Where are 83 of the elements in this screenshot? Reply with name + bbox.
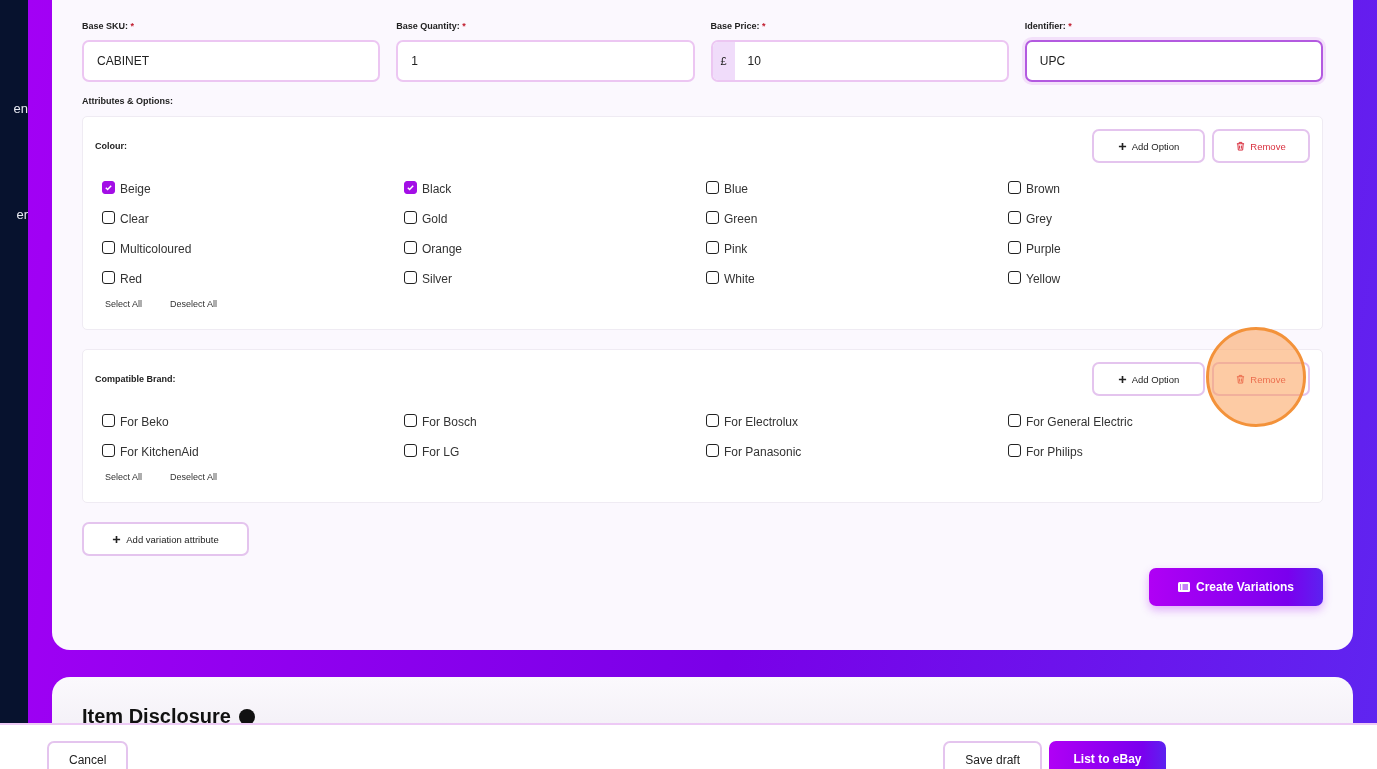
option-label: Yellow [1026, 272, 1061, 286]
option-label: For Beko [120, 415, 169, 429]
checkbox[interactable] [1008, 180, 1021, 194]
attribute-name: Compatible Brand: [95, 374, 176, 384]
checkbox[interactable] [706, 180, 719, 194]
input-field[interactable]: UPC [1024, 40, 1323, 82]
create-variations-button[interactable]: Create Variations [1149, 568, 1323, 606]
option-label: Pink [724, 242, 748, 256]
field-label: Base SKU: * [82, 20, 136, 33]
add-attribute-button[interactable]: Add variation attribute [82, 522, 249, 556]
currency-prefix: £ [712, 42, 735, 80]
option-label: Purple [1026, 242, 1061, 256]
option-label: Beige [120, 182, 151, 196]
check-icon [104, 182, 113, 192]
plus-icon [1117, 374, 1127, 384]
input-field[interactable]: 1 [396, 40, 695, 82]
checkbox[interactable] [102, 270, 115, 284]
option-label: Clear [120, 212, 149, 226]
option-label: For LG [422, 445, 460, 459]
checkbox[interactable] [1008, 210, 1021, 224]
checkbox[interactable] [1008, 443, 1021, 457]
option-label: For Electrolux [724, 415, 799, 429]
trash-icon [1236, 374, 1246, 384]
field-label: Identifier: * [1024, 20, 1073, 33]
option-label: Green [724, 212, 758, 226]
add-option-button[interactable]: Add Option [1092, 129, 1205, 163]
option-label: Brown [1026, 182, 1060, 196]
remove-button[interactable]: Remove [1212, 129, 1310, 163]
option-label: Red [120, 272, 142, 286]
checkbox[interactable] [404, 240, 417, 254]
checkbox[interactable] [404, 270, 417, 284]
section-label: Attributes & Options: [82, 96, 174, 106]
trash-icon [1236, 141, 1246, 151]
option-label: For General Electric [1026, 415, 1133, 429]
save-draft-button[interactable]: Save draft [943, 741, 1042, 769]
checkbox[interactable] [404, 443, 417, 457]
input-field[interactable]: CABINET [82, 40, 381, 82]
option-label: For Panasonic [724, 445, 802, 459]
select-all-link[interactable]: Select All [95, 295, 153, 313]
deselect-all-link[interactable]: Deselect All [160, 468, 228, 486]
add-option-button[interactable]: Add Option [1092, 362, 1205, 396]
checkbox[interactable] [706, 240, 719, 254]
checkbox[interactable] [1008, 270, 1021, 284]
option-label: Silver [422, 272, 452, 286]
option-label: Black [422, 182, 452, 196]
checkbox[interactable] [102, 210, 115, 224]
option-label: Orange [422, 242, 463, 256]
attribute-name: Colour: [95, 141, 127, 151]
list-button[interactable]: List to eBay [1049, 741, 1166, 769]
checkbox[interactable] [1008, 240, 1021, 254]
checkbox[interactable] [102, 443, 115, 457]
checkbox[interactable] [706, 270, 719, 284]
check-icon [406, 182, 415, 192]
checkbox[interactable] [102, 180, 115, 194]
option-label: White [724, 272, 755, 286]
field-label: Base Price: * [710, 20, 767, 33]
option-label: Multicoloured [120, 242, 192, 256]
deselect-all-link[interactable]: Deselect All [160, 295, 228, 313]
checkbox[interactable] [706, 413, 719, 427]
select-all-link[interactable]: Select All [95, 468, 153, 486]
option-label: For Philips [1026, 445, 1083, 459]
checkbox[interactable] [706, 443, 719, 457]
option-label: For Bosch [422, 415, 477, 429]
option-label: Gold [422, 212, 448, 226]
checkbox[interactable] [404, 413, 417, 427]
option-label: Grey [1026, 212, 1052, 226]
input-field[interactable]: £ 10 [710, 40, 1009, 82]
section-title: Item Disclosure [82, 705, 231, 728]
checkbox[interactable] [706, 210, 719, 224]
sidebar-item[interactable]: en [13, 101, 28, 117]
plus-icon [112, 534, 122, 544]
list-icon [1177, 582, 1190, 592]
field-label: Base Quantity: * [396, 20, 467, 33]
checkbox[interactable] [102, 413, 115, 427]
cancel-button[interactable]: Cancel [47, 741, 129, 769]
checkbox[interactable] [404, 180, 417, 194]
checkbox[interactable] [404, 210, 417, 224]
option-label: Blue [724, 182, 749, 196]
sidebar-item[interactable]: er [16, 207, 28, 223]
plus-icon [1117, 141, 1127, 151]
checkbox[interactable] [102, 240, 115, 254]
checkbox[interactable] [1008, 413, 1021, 427]
option-label: For KitchenAid [120, 445, 199, 459]
